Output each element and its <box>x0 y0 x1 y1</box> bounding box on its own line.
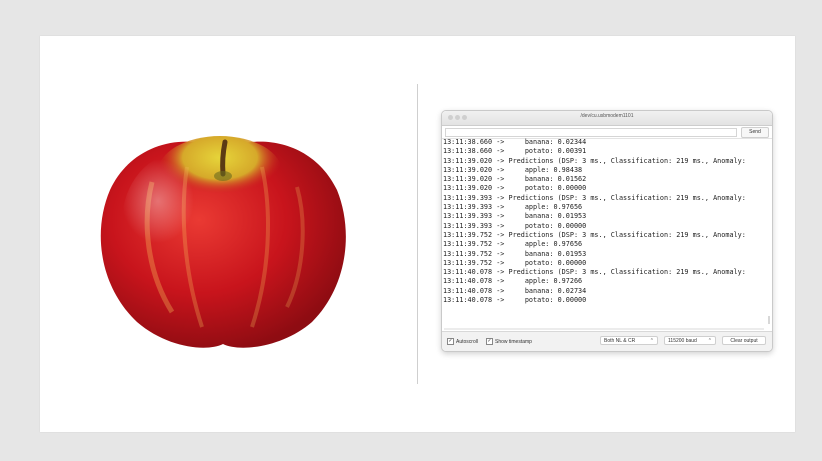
show-timestamp-toggle[interactable]: ✓ Show timestamp <box>486 338 532 345</box>
window-title: /dev/cu.usbmodem1101 <box>580 113 634 119</box>
output-line: 13:11:39.020 -> apple: 0.98438 <box>443 165 583 174</box>
horizontal-scrollbar[interactable] <box>444 328 764 330</box>
chevron-icon: ⌃ <box>649 338 654 344</box>
serial-monitor-window: /dev/cu.usbmodem1101 Send 13:11:38.660 -… <box>441 110 773 352</box>
line-ending-value: Both NL & CR <box>604 338 636 344</box>
timestamp-label: Show timestamp <box>495 338 532 345</box>
checkbox-icon[interactable]: ✓ <box>447 338 454 345</box>
output-line: 13:11:39.020 -> banana: 0.01562 <box>443 175 587 184</box>
output-line: 13:11:39.752 -> apple: 0.97656 <box>443 240 583 249</box>
window-titlebar: /dev/cu.usbmodem1101 <box>442 111 772 126</box>
output-line: 13:11:40.078 -> Predictions (DSP: 3 ms.,… <box>443 268 746 277</box>
chevron-icon: ⌃ <box>707 338 712 344</box>
apple-image <box>92 112 354 352</box>
send-button[interactable]: Send <box>741 127 769 138</box>
slide-canvas: /dev/cu.usbmodem1101 Send 13:11:38.660 -… <box>40 36 795 432</box>
autoscroll-label: Autoscroll <box>456 338 478 345</box>
line-ending-select[interactable]: Both NL & CR ⌃ <box>600 336 658 345</box>
checkbox-icon[interactable]: ✓ <box>486 338 493 345</box>
output-line: 13:11:39.752 -> banana: 0.01953 <box>443 249 587 258</box>
output-line: 13:11:38.660 -> potato: 0.00391 <box>443 147 587 156</box>
vertical-scrollbar[interactable] <box>768 316 770 324</box>
output-line: 13:11:39.393 -> banana: 0.01953 <box>443 212 587 221</box>
send-input[interactable] <box>445 128 737 137</box>
baud-rate-select[interactable]: 115200 baud ⌃ <box>664 336 716 345</box>
output-line: 13:11:40.078 -> potato: 0.00000 <box>443 296 587 305</box>
output-line: 13:11:39.752 -> potato: 0.00000 <box>443 258 587 267</box>
serial-output[interactable]: 13:11:38.660 -> banana: 0.02344 13:11:38… <box>442 138 772 328</box>
output-line: 13:11:40.078 -> banana: 0.02734 <box>443 286 587 295</box>
baud-rate-value: 115200 baud <box>668 338 697 344</box>
output-line: 13:11:39.393 -> Predictions (DSP: 3 ms.,… <box>443 193 746 202</box>
clear-output-button[interactable]: Clear output <box>722 336 766 345</box>
output-line: 13:11:39.020 -> Predictions (DSP: 3 ms.,… <box>443 156 746 165</box>
slide-divider <box>417 84 418 384</box>
output-line: 13:11:39.393 -> apple: 0.97656 <box>443 203 583 212</box>
output-line: 13:11:38.660 -> banana: 0.02344 <box>443 138 587 146</box>
output-line: 13:11:39.752 -> Predictions (DSP: 3 ms.,… <box>443 230 746 239</box>
monitor-bottom-bar: ✓ Autoscroll ✓ Show timestamp Both NL & … <box>442 331 772 351</box>
output-line: 13:11:39.393 -> potato: 0.00000 <box>443 221 587 230</box>
output-line: 13:11:39.020 -> potato: 0.00000 <box>443 184 587 193</box>
output-line: 13:11:40.078 -> apple: 0.97266 <box>443 277 583 286</box>
autoscroll-toggle[interactable]: ✓ Autoscroll <box>447 338 478 345</box>
